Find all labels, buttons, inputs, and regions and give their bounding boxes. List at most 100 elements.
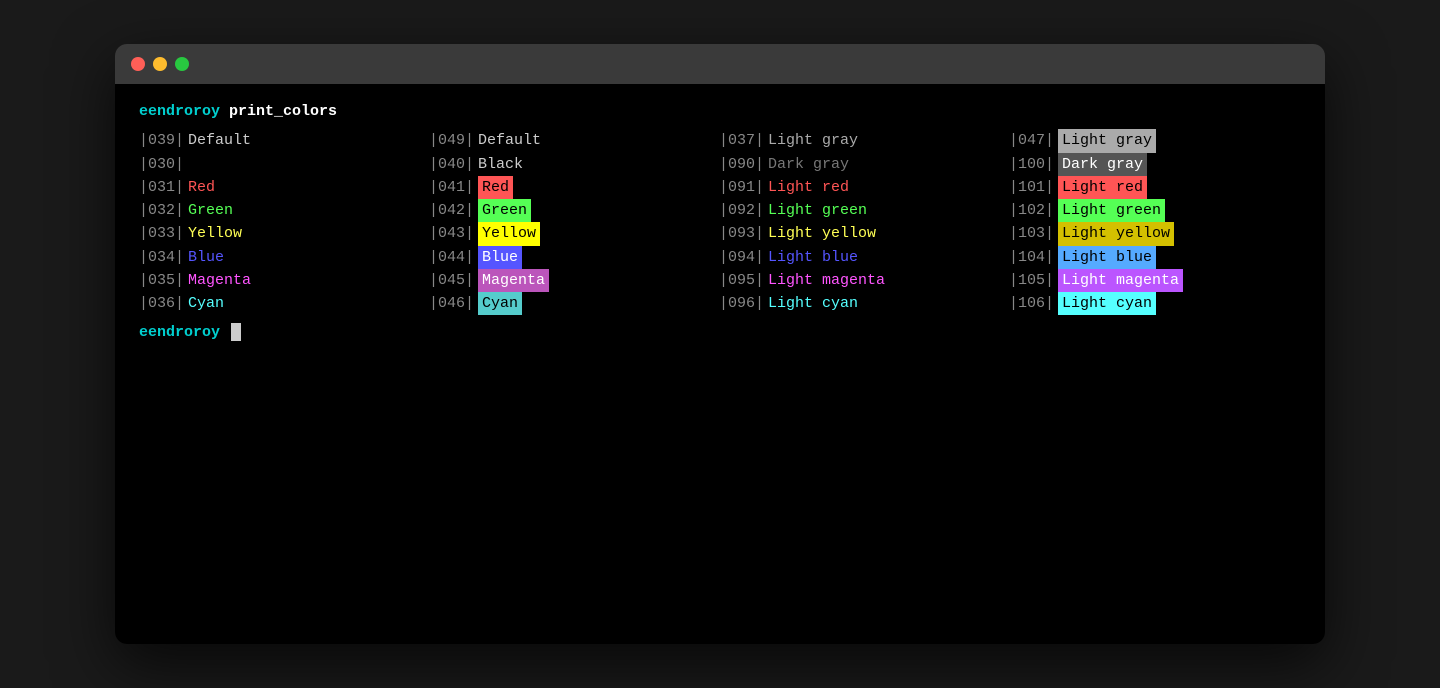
color-label: Yellow: [188, 222, 242, 245]
color-table: |039| Default|049| Default|037| Light gr…: [139, 129, 1301, 315]
color-code: |046|: [429, 292, 474, 315]
color-label: Cyan: [188, 292, 224, 315]
col-entry: |094| Light blue: [719, 246, 1009, 269]
color-label: Dark gray: [768, 153, 849, 176]
table-row: |035| Magenta|045| Magenta|095| Light ma…: [139, 269, 1301, 292]
col-entry: |032| Green: [139, 199, 429, 222]
color-label: Light yellow: [1058, 222, 1174, 245]
color-label: Red: [188, 176, 215, 199]
color-code: |100|: [1009, 153, 1054, 176]
color-code: |095|: [719, 269, 764, 292]
table-row: |031| Red|041| Red|091| Light red|101| L…: [139, 176, 1301, 199]
color-code: |106|: [1009, 292, 1054, 315]
color-label: Dark gray: [1058, 153, 1147, 176]
color-label: Light red: [768, 176, 849, 199]
command-prompt: eendroroy print_colors: [139, 100, 1301, 123]
color-code: |092|: [719, 199, 764, 222]
color-code: |044|: [429, 246, 474, 269]
color-code: |030|: [139, 153, 184, 176]
col-entry: |035| Magenta: [139, 269, 429, 292]
color-code: |036|: [139, 292, 184, 315]
color-label: Light yellow: [768, 222, 876, 245]
col-entry: |090| Dark gray: [719, 153, 1009, 176]
color-label: Light magenta: [768, 269, 885, 292]
table-row: |030| |040| Black|090| Dark gray|100| Da…: [139, 153, 1301, 176]
color-code: |096|: [719, 292, 764, 315]
color-code: |043|: [429, 222, 474, 245]
color-label: Default: [188, 129, 251, 152]
color-code: |034|: [139, 246, 184, 269]
color-label: Blue: [478, 246, 522, 269]
color-code: |041|: [429, 176, 474, 199]
color-code: |033|: [139, 222, 184, 245]
col-entry: |030|: [139, 153, 429, 176]
table-row: |036| Cyan|046| Cyan|096| Light cyan|106…: [139, 292, 1301, 315]
col-entry: |031| Red: [139, 176, 429, 199]
col-entry: |036| Cyan: [139, 292, 429, 315]
color-code: |105|: [1009, 269, 1054, 292]
color-code: |045|: [429, 269, 474, 292]
col-entry: |095| Light magenta: [719, 269, 1009, 292]
col-entry: |106| Light cyan: [1009, 292, 1299, 315]
minimize-button[interactable]: [153, 57, 167, 71]
traffic-lights: [131, 57, 189, 71]
col-entry: |091| Light red: [719, 176, 1009, 199]
color-label: Default: [478, 129, 541, 152]
color-label: Light green: [768, 199, 867, 222]
table-row: |032| Green|042| Green|092| Light green|…: [139, 199, 1301, 222]
col-entry: |096| Light cyan: [719, 292, 1009, 315]
color-label: Black: [478, 153, 523, 176]
col-entry: |100| Dark gray: [1009, 153, 1299, 176]
color-label: Light blue: [768, 246, 858, 269]
color-code: |091|: [719, 176, 764, 199]
color-label: Green: [188, 199, 233, 222]
prompt-name-2: eendroroy: [139, 324, 220, 341]
table-row: |033| Yellow|043| Yellow|093| Light yell…: [139, 222, 1301, 245]
col-entry: |037| Light gray: [719, 129, 1009, 152]
color-code: |040|: [429, 153, 474, 176]
color-code: |103|: [1009, 222, 1054, 245]
color-label: Light green: [1058, 199, 1165, 222]
col-entry: |034| Blue: [139, 246, 429, 269]
col-entry: |040| Black: [429, 153, 719, 176]
color-code: |104|: [1009, 246, 1054, 269]
color-label: Green: [478, 199, 531, 222]
col-entry: |104| Light blue: [1009, 246, 1299, 269]
terminal-window: eendroroy print_colors |039| Default|049…: [115, 44, 1325, 644]
color-label: Light cyan: [1058, 292, 1156, 315]
table-row: |039| Default|049| Default|037| Light gr…: [139, 129, 1301, 152]
col-entry: |105| Light magenta: [1009, 269, 1299, 292]
col-entry: |046| Cyan: [429, 292, 719, 315]
cursor: [231, 323, 241, 341]
color-label: Magenta: [188, 269, 251, 292]
color-code: |031|: [139, 176, 184, 199]
close-button[interactable]: [131, 57, 145, 71]
color-label: Yellow: [478, 222, 540, 245]
terminal-body[interactable]: eendroroy print_colors |039| Default|049…: [115, 84, 1325, 644]
col-entry: |047| Light gray: [1009, 129, 1299, 152]
maximize-button[interactable]: [175, 57, 189, 71]
col-entry: |101| Light red: [1009, 176, 1299, 199]
col-entry: |041| Red: [429, 176, 719, 199]
color-label: Red: [478, 176, 513, 199]
color-code: |039|: [139, 129, 184, 152]
color-code: |094|: [719, 246, 764, 269]
color-label: Light red: [1058, 176, 1147, 199]
color-code: |101|: [1009, 176, 1054, 199]
col-entry: |093| Light yellow: [719, 222, 1009, 245]
color-label: Light cyan: [768, 292, 858, 315]
color-label: Light gray: [768, 129, 858, 152]
color-label: Magenta: [478, 269, 549, 292]
table-row: |034| Blue|044| Blue|094| Light blue|104…: [139, 246, 1301, 269]
col-entry: |092| Light green: [719, 199, 1009, 222]
color-code: |042|: [429, 199, 474, 222]
color-code: |035|: [139, 269, 184, 292]
prompt-line-2: eendroroy: [139, 321, 1301, 344]
color-code: |032|: [139, 199, 184, 222]
prompt-command: print_colors: [229, 103, 337, 120]
col-entry: |042| Green: [429, 199, 719, 222]
col-entry: |045| Magenta: [429, 269, 719, 292]
col-entry: |043| Yellow: [429, 222, 719, 245]
col-entry: |103| Light yellow: [1009, 222, 1299, 245]
col-entry: |033| Yellow: [139, 222, 429, 245]
